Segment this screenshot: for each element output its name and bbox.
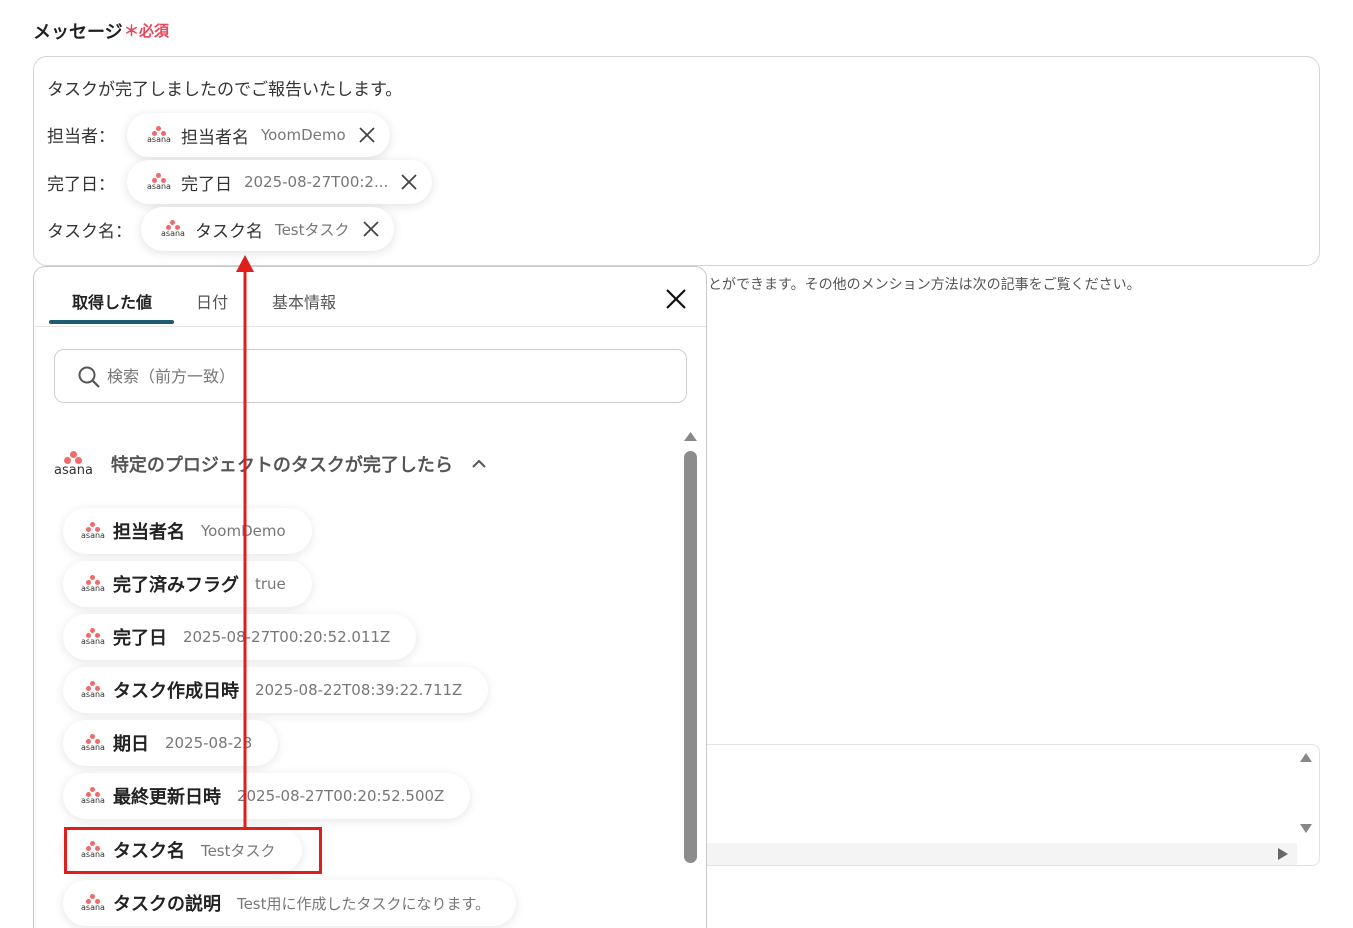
close-icon[interactable] xyxy=(400,173,418,191)
item-value: 2025-08-27T00:20:52.011Z xyxy=(182,628,391,646)
asana-icon: asana xyxy=(81,628,105,646)
asana-icon: asana xyxy=(81,894,105,912)
search-icon xyxy=(78,366,100,388)
token-name: 完了日 xyxy=(180,174,232,195)
scroll-down-icon[interactable] xyxy=(1299,823,1313,835)
asana-icon: asana xyxy=(81,522,105,540)
section-header[interactable]: asana 特定のプロジェクトのタスクが完了したら xyxy=(54,449,487,479)
token-name: 担当者名 xyxy=(180,127,249,148)
chevron-up-icon[interactable] xyxy=(471,456,487,472)
list-item[interactable]: asana 完了済みフラグ true xyxy=(63,561,312,607)
scroll-up-icon[interactable] xyxy=(1299,751,1313,763)
token-value: Testタスク xyxy=(274,220,350,239)
asana-icon: asana xyxy=(54,451,93,477)
scroll-up-icon[interactable] xyxy=(683,431,698,442)
scroll-right-icon[interactable] xyxy=(1277,847,1289,861)
token-value: 2025-08-27T00:2... xyxy=(243,173,389,191)
item-value: 2025-08-28 xyxy=(164,734,253,752)
annotation-highlight-box xyxy=(64,827,322,874)
item-name: 完了日 xyxy=(112,628,167,649)
assignee-token[interactable]: asana 担当者名 YoomDemo xyxy=(127,113,390,157)
item-name: 最終更新日時 xyxy=(112,787,221,808)
vertical-scrollbar[interactable] xyxy=(680,427,702,928)
asana-icon: asana xyxy=(81,575,105,593)
tab-fetched-values[interactable]: 取得した値 xyxy=(72,289,152,313)
asana-icon: asana xyxy=(81,681,105,699)
token-name: タスク名 xyxy=(194,221,263,242)
horizontal-scrollbar[interactable] xyxy=(701,843,1297,865)
secondary-field[interactable] xyxy=(700,744,1320,866)
item-name: 担当者名 xyxy=(112,522,185,543)
list-item[interactable]: asana 担当者名 YoomDemo xyxy=(63,508,312,554)
help-text: とができます。その他のメンション方法は次の記事をご覧ください。 xyxy=(708,277,1141,293)
tab-basic-info[interactable]: 基本情報 xyxy=(272,289,336,313)
item-value: 2025-08-22T08:39:22.711Z xyxy=(254,681,463,699)
close-icon[interactable] xyxy=(362,220,380,238)
item-name: 期日 xyxy=(112,734,149,755)
task-name-row-label: タスク名： xyxy=(47,222,132,242)
message-label: メッセージ xyxy=(33,22,123,43)
search-input[interactable] xyxy=(107,360,667,392)
list-item[interactable]: asana タスク作成日時 2025-08-22T08:39:22.711Z xyxy=(63,667,489,713)
list-item[interactable]: asana 最終更新日時 2025-08-27T00:20:52.500Z xyxy=(63,773,471,819)
required-badge: ＊必須 xyxy=(124,22,170,40)
item-value: YoomDemo xyxy=(200,522,286,540)
asana-icon: asana xyxy=(81,734,105,752)
message-text-line: タスクが完了しましたのでご報告いたします。 xyxy=(47,80,403,100)
active-tab-indicator xyxy=(49,320,174,324)
assignee-row-label: 担当者： xyxy=(47,127,115,147)
completed-date-row-label: 完了日： xyxy=(47,175,115,195)
tab-bar: 取得した値 日付 基本情報 xyxy=(34,267,706,327)
list-item[interactable]: asana タスクの説明 Test用に作成したタスクになります。 xyxy=(63,880,516,926)
asana-icon: asana xyxy=(81,787,105,805)
tab-date[interactable]: 日付 xyxy=(196,289,228,313)
close-icon[interactable] xyxy=(358,126,376,144)
asana-icon: asana xyxy=(147,126,171,144)
task-name-token[interactable]: asana タスク名 Testタスク xyxy=(141,207,394,251)
item-value: Test用に作成したタスクになります。 xyxy=(236,894,490,913)
scrollbar-thumb[interactable] xyxy=(684,451,697,863)
section-title: 特定のプロジェクトのタスクが完了したら xyxy=(110,455,453,476)
token-value: YoomDemo xyxy=(260,126,346,144)
list-item[interactable]: asana 期日 2025-08-28 xyxy=(63,720,279,766)
item-name: 完了済みフラグ xyxy=(112,575,239,596)
item-value: 2025-08-27T00:20:52.500Z xyxy=(236,787,445,805)
asana-icon: asana xyxy=(161,220,185,238)
asana-icon: asana xyxy=(147,173,171,191)
item-name: タスクの説明 xyxy=(112,894,221,915)
completed-date-token[interactable]: asana 完了日 2025-08-27T00:2... xyxy=(127,160,433,204)
close-icon[interactable] xyxy=(664,287,688,311)
item-value: true xyxy=(254,575,286,593)
search-box[interactable] xyxy=(54,349,687,403)
list-item[interactable]: asana 完了日 2025-08-27T00:20:52.011Z xyxy=(63,614,417,660)
item-name: タスク作成日時 xyxy=(112,681,239,702)
